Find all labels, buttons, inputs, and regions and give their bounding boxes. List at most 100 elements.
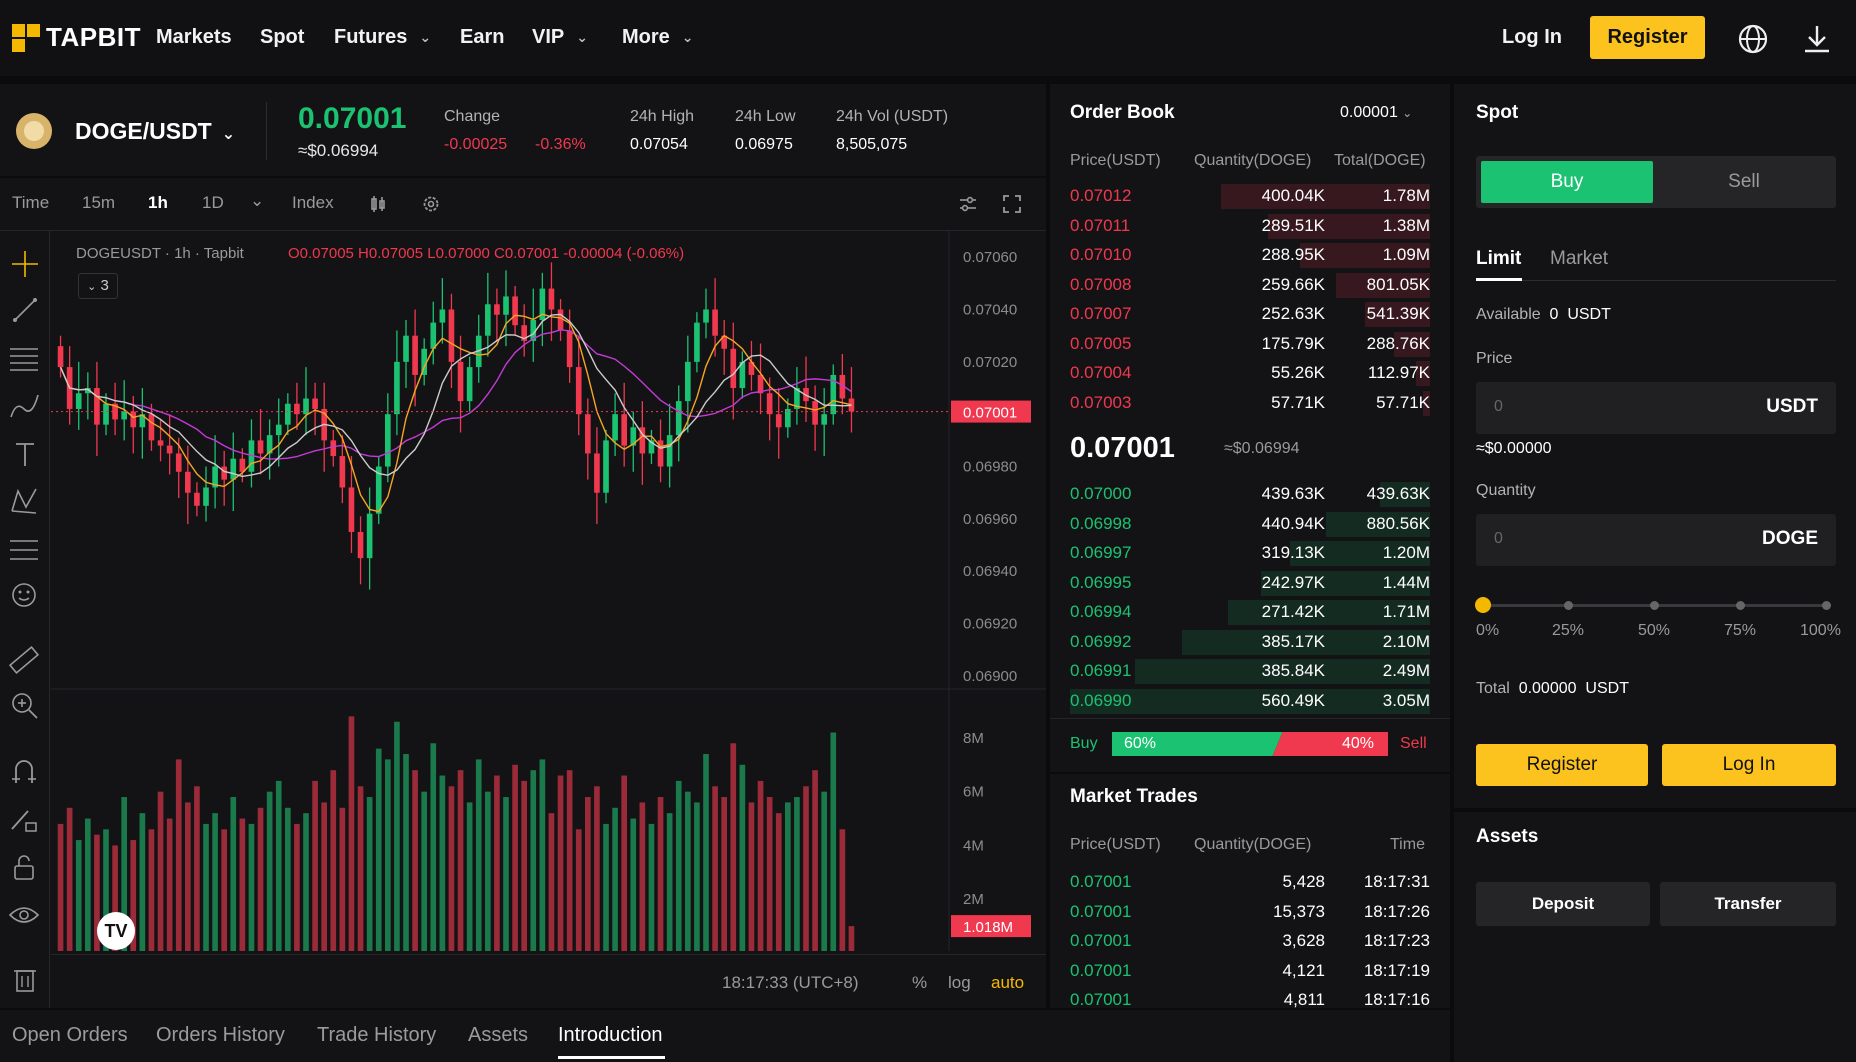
tab-orders-history[interactable]: Orders History [156,1024,285,1047]
ask-row[interactable]: 0.07003 57.71K 57.71K [1070,389,1430,418]
bid-row[interactable]: 0.06990 560.49K 3.05M [1070,687,1430,716]
price-cell: 0.07010 [1070,245,1132,264]
price-chart[interactable]: 0.07060 0.07040 0.07020 0.06980 0.06960 0.069… [51,231,1046,951]
chevron-down-icon[interactable]: ⌄ [250,191,264,211]
volume-bar [85,818,91,951]
auto-scale-toggle[interactable]: auto [991,973,1024,993]
nav-markets[interactable]: Markets [156,26,232,49]
tab-trade-history[interactable]: Trade History [317,1024,436,1047]
chart-settings-gear-icon[interactable] [421,194,441,214]
deposit-button[interactable]: Deposit [1476,882,1650,926]
slider-mark-100[interactable]: 100% [1800,622,1841,640]
pattern-tool-icon[interactable] [8,485,40,517]
tool-1h[interactable]: 1h [148,193,168,213]
tool-time[interactable]: Time [12,193,49,213]
log-scale-toggle[interactable]: log [948,973,971,993]
volume-bar [748,802,755,951]
tool-index[interactable]: Index [292,193,334,213]
trend-line-icon[interactable] [10,295,40,325]
qty-cell: 400.04K [1261,186,1325,205]
spot-register-button[interactable]: Register [1476,744,1648,786]
ask-row[interactable]: 0.07004 55.26K 112.97K [1070,359,1430,388]
total-cell: 2.10M [1382,631,1430,651]
zoom-in-icon[interactable] [10,691,40,721]
quantity-input[interactable]: 0 DOGE [1476,514,1836,566]
download-icon[interactable] [1802,23,1832,55]
bid-row[interactable]: 0.06998 440.94K 880.56K [1070,510,1430,539]
ask-row[interactable]: 0.07010 288.95K 1.09M [1070,241,1430,270]
nav-earn[interactable]: Earn [460,26,504,49]
slider-mark-0[interactable]: 0% [1476,622,1499,640]
mid-price: 0.07001 [1070,432,1175,464]
bid-row[interactable]: 0.07000 439.63K 439.63K [1070,480,1430,509]
register-button[interactable]: Register [1590,16,1705,59]
slider-mark-25[interactable]: 25% [1552,622,1584,640]
ask-row[interactable]: 0.07011 289.51K 1.38M [1070,212,1430,241]
brush-icon[interactable] [8,391,42,421]
nav-more[interactable]: More ⌄ [622,26,694,49]
ruler-icon[interactable] [8,645,40,677]
globe-icon[interactable] [1737,23,1769,55]
sell-tab[interactable]: Sell [1658,161,1830,203]
login-link[interactable]: Log In [1502,26,1562,49]
ask-row[interactable]: 0.07005 175.79K 288.76K [1070,330,1430,359]
slider-handle[interactable] [1475,597,1491,613]
spot-login-button[interactable]: Log In [1662,744,1836,786]
candle-body [257,440,264,454]
indicator-settings-icon[interactable] [958,195,978,213]
volume-bar [439,775,446,951]
candle-body [566,330,573,368]
price-tick-label: 0.06920 [963,616,1017,633]
buy-sell-ratio-bar: 60% 40% [1112,732,1388,756]
fullscreen-icon[interactable] [1002,194,1022,214]
nav-futures[interactable]: Futures ⌄ [334,26,431,49]
text-tool-icon[interactable] [10,439,40,469]
bid-row[interactable]: 0.06994 271.42K 1.71M [1070,598,1430,627]
bid-row[interactable]: 0.06992 385.17K 2.10M [1070,628,1430,657]
ask-row[interactable]: 0.07007 252.63K 541.39K [1070,300,1430,329]
price-input[interactable]: 0 USDT [1476,382,1836,434]
bid-row[interactable]: 0.06991 385.84K 2.49M [1070,657,1430,686]
fib-tool-icon[interactable] [8,535,40,565]
candle-type-icon[interactable] [368,194,388,214]
tab-open-orders[interactable]: Open Orders [12,1024,128,1047]
tool-15m[interactable]: 15m [82,193,115,213]
tab-limit[interactable]: Limit [1476,248,1521,270]
ask-row[interactable]: 0.07012 400.04K 1.78M [1070,182,1430,211]
volume-bar [421,791,427,951]
magnet-icon[interactable] [10,757,40,787]
precision-selector[interactable]: 0.00001 ⌄ [1340,104,1412,122]
candle-body [285,403,291,425]
candle-body [603,440,609,493]
transfer-button[interactable]: Transfer [1660,882,1836,926]
pencil-lock-icon[interactable] [8,805,40,835]
tool-1d[interactable]: 1D [202,193,224,213]
horizontal-lines-icon[interactable] [8,343,40,373]
candle-body [694,322,700,362]
ob-header-qty: Quantity(DOGE) [1194,152,1312,169]
candle-body [185,471,191,493]
slider-mark-50[interactable]: 50% [1638,622,1670,640]
qty-cell: 252.63K [1261,304,1325,323]
bid-row[interactable]: 0.06997 319.13K 1.20M [1070,539,1430,568]
trade-qty: 15,373 [1273,901,1325,921]
nav-spot[interactable]: Spot [260,26,304,49]
percent-scale-toggle[interactable]: % [912,973,927,993]
emoji-icon[interactable] [10,581,40,611]
eye-icon[interactable] [8,901,40,931]
ask-row[interactable]: 0.07008 259.66K 801.05K [1070,271,1430,300]
price-cell: 0.07007 [1070,304,1132,323]
volume-bar [794,797,800,951]
tab-assets[interactable]: Assets [468,1024,528,1047]
slider-mark-75[interactable]: 75% [1724,622,1756,640]
bid-row[interactable]: 0.06995 242.97K 1.44M [1070,569,1430,598]
tapbit-logo[interactable]: TAPBIT [12,22,141,53]
tab-market[interactable]: Market [1550,248,1608,270]
pair-selector[interactable]: DOGE/USDT ⌄ [75,118,235,145]
buy-tab[interactable]: Buy [1481,161,1653,203]
crosshair-icon[interactable] [10,249,40,279]
trash-icon[interactable] [12,965,38,995]
lock-icon[interactable] [10,853,40,883]
nav-vip[interactable]: VIP ⌄ [532,26,588,49]
tab-introduction[interactable]: Introduction [558,1024,663,1047]
